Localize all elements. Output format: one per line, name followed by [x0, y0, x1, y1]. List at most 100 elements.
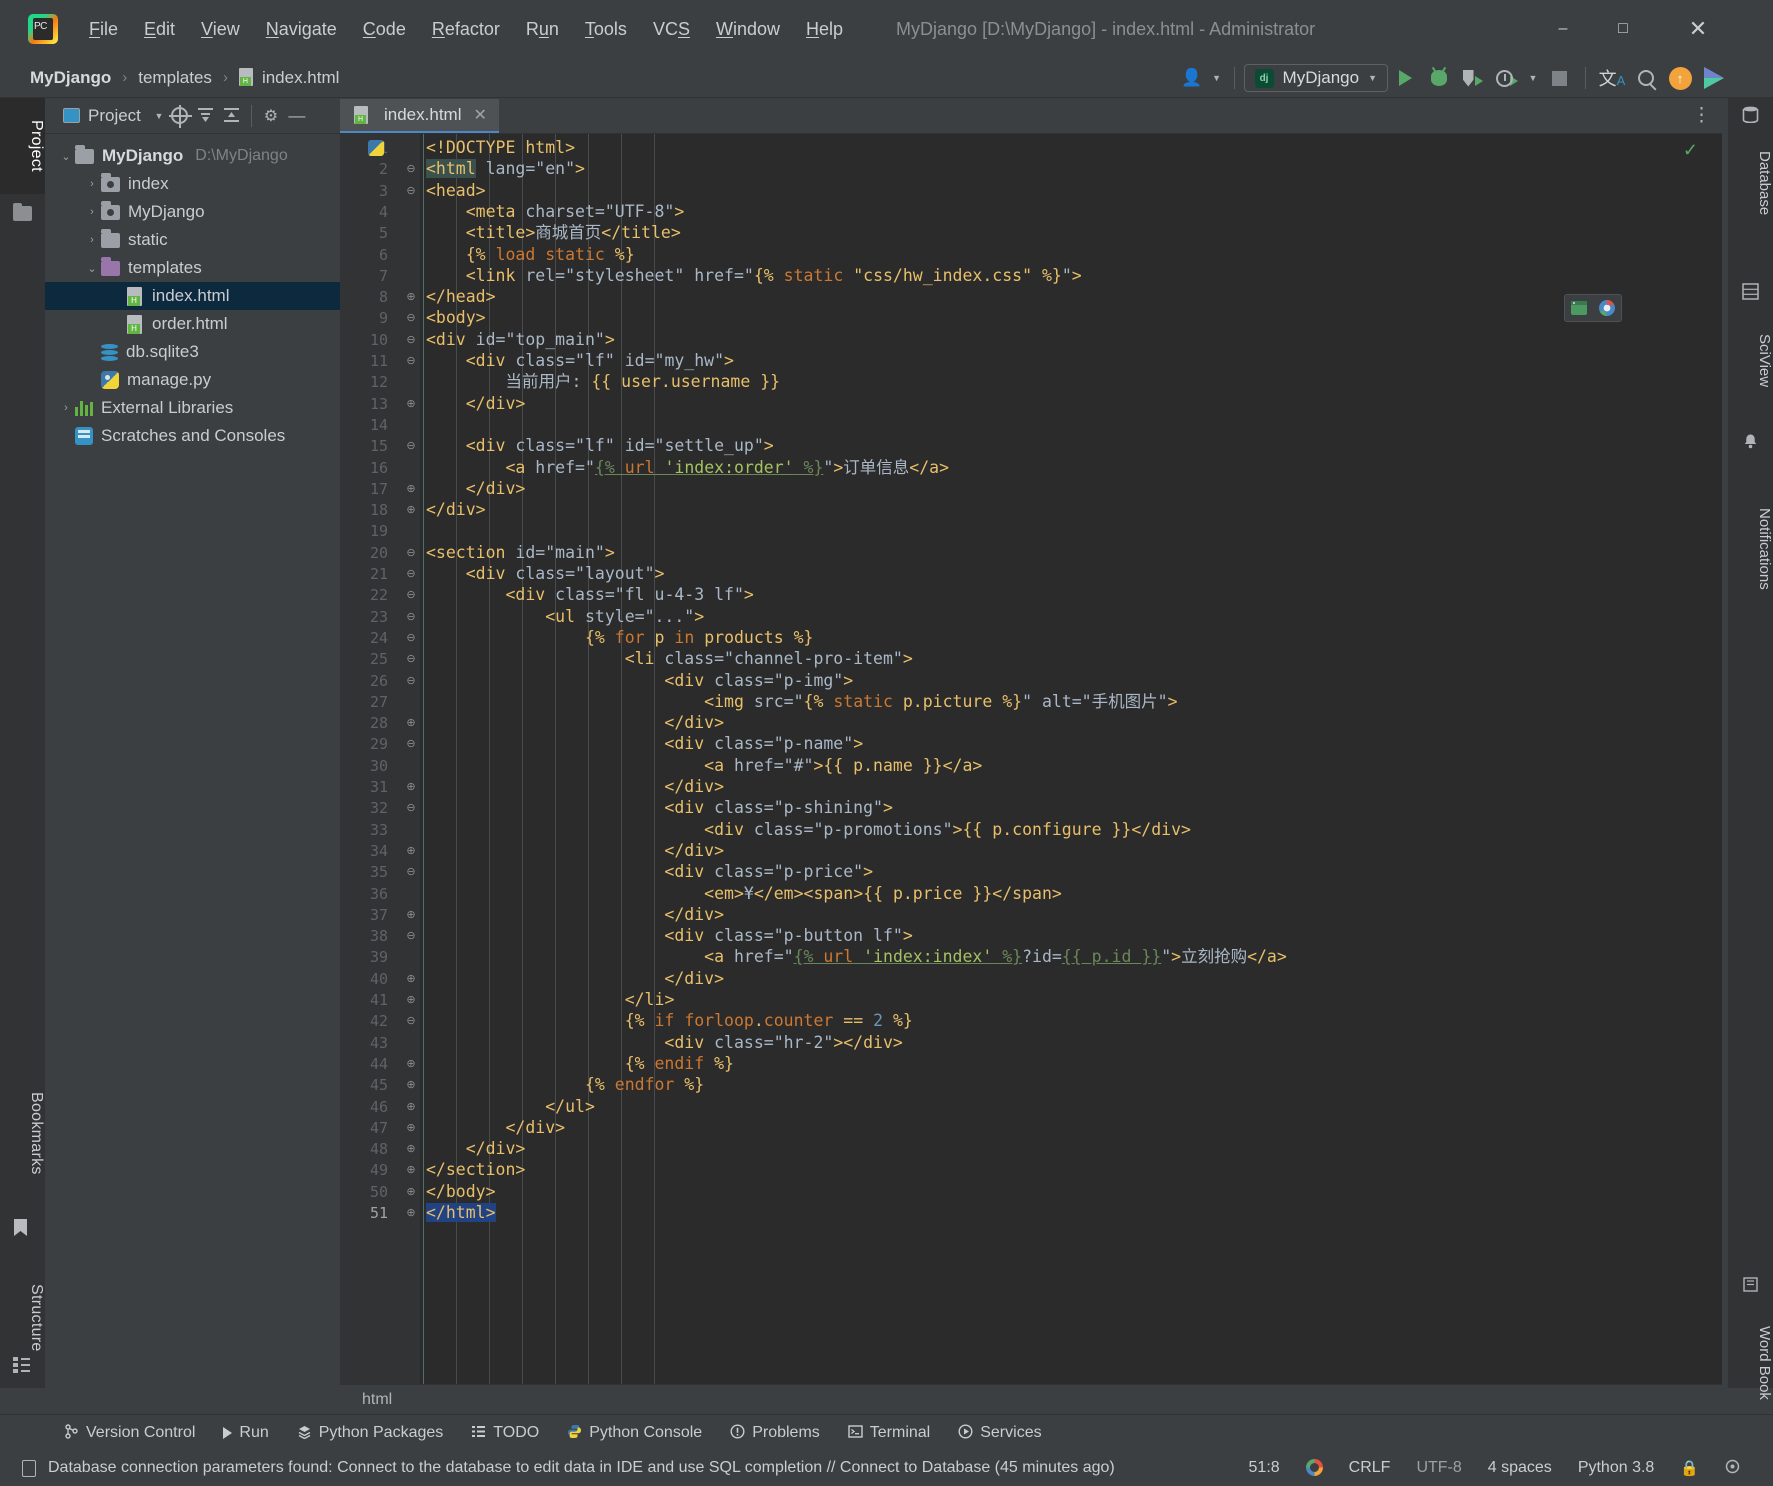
- fold-collapse-icon[interactable]: ⊖: [402, 649, 420, 670]
- chevron-down-icon[interactable]: ⌄: [57, 150, 75, 163]
- run-play-icon[interactable]: [1388, 61, 1422, 95]
- menu-help[interactable]: Help: [793, 15, 856, 44]
- fold-collapse-icon[interactable]: ⊖: [402, 926, 420, 947]
- translate-icon[interactable]: 文A: [1595, 61, 1629, 95]
- code-line[interactable]: <img src="{% static p.picture %}" alt="手…: [426, 691, 1722, 712]
- fold-end-icon[interactable]: ⊕: [402, 969, 420, 990]
- fold-end-icon[interactable]: ⊕: [402, 905, 420, 926]
- stop-square-icon[interactable]: [1542, 61, 1576, 95]
- fold-end-icon[interactable]: ⊕: [402, 287, 420, 308]
- sidebar-item-bookmarks[interactable]: Bookmarks: [0, 1058, 45, 1208]
- breadcrumb-file[interactable]: index.html: [235, 66, 343, 90]
- open-in-builtin-preview-icon[interactable]: [1565, 295, 1593, 321]
- fold-end-icon[interactable]: ⊕: [402, 990, 420, 1011]
- menu-run[interactable]: Run: [513, 15, 572, 44]
- encoding-widget[interactable]: UTF-8: [1403, 1459, 1474, 1477]
- tree-item-templates[interactable]: ⌄ templates: [45, 254, 340, 282]
- menu-refactor[interactable]: Refactor: [419, 15, 513, 44]
- expand-all-icon[interactable]: [193, 103, 219, 129]
- fold-end-icon[interactable]: ⊕: [402, 500, 420, 521]
- code-line[interactable]: 当前用户: {{ user.username }}: [426, 371, 1722, 392]
- code-line[interactable]: </li>: [426, 989, 1722, 1010]
- fold-collapse-icon[interactable]: ⊖: [402, 543, 420, 564]
- ide-update-arrow-icon[interactable]: ↑: [1663, 61, 1697, 95]
- code-line[interactable]: <head>: [426, 180, 1722, 201]
- profile-clock-icon[interactable]: [1490, 61, 1524, 95]
- bottom-tab-terminal[interactable]: Terminal: [834, 1415, 944, 1451]
- fold-collapse-icon[interactable]: ⊖: [402, 607, 420, 628]
- fold-collapse-icon[interactable]: ⊖: [402, 436, 420, 457]
- chevron-right-icon[interactable]: ›: [57, 402, 75, 414]
- inspection-widget-icon[interactable]: [1712, 1459, 1753, 1477]
- chevron-right-icon[interactable]: ›: [83, 234, 101, 246]
- code-line[interactable]: </section>: [426, 1159, 1722, 1180]
- fold-collapse-icon[interactable]: ⊖: [402, 330, 420, 351]
- sidebar-item-database[interactable]: Database: [1728, 128, 1773, 238]
- fold-end-icon[interactable]: ⊕: [402, 1203, 420, 1224]
- bottom-tab-version-control[interactable]: Version Control: [50, 1415, 209, 1451]
- code-line[interactable]: <div class="p-price">: [426, 861, 1722, 882]
- editor-breadcrumb-html[interactable]: html: [362, 1391, 392, 1409]
- fold-end-icon[interactable]: ⊕: [402, 394, 420, 415]
- fold-end-icon[interactable]: ⊕: [402, 1097, 420, 1118]
- fold-collapse-icon[interactable]: ⊖: [402, 734, 420, 755]
- tree-item-db-sqlite3[interactable]: db.sqlite3: [45, 338, 340, 366]
- bottom-tab-python-console[interactable]: Python Console: [553, 1415, 716, 1451]
- fold-end-icon[interactable]: ⊕: [402, 479, 420, 500]
- code-line[interactable]: </div>: [426, 776, 1722, 797]
- fold-end-icon[interactable]: ⊕: [402, 1182, 420, 1203]
- bookmark-icon[interactable]: [13, 1218, 32, 1237]
- gear-icon[interactable]: ⚙: [258, 103, 284, 129]
- fold-collapse-icon[interactable]: ⊖: [402, 308, 420, 329]
- chevron-down-icon[interactable]: ▼: [151, 103, 167, 129]
- fold-end-icon[interactable]: ⊕: [402, 1139, 420, 1160]
- code-line[interactable]: {% load static %}: [426, 244, 1722, 265]
- menu-code[interactable]: Code: [350, 15, 419, 44]
- code-line[interactable]: <a href="{% url 'index:index' %}?id={{ p…: [426, 946, 1722, 967]
- tree-item-mydjango[interactable]: ⌄ MyDjango D:\MyDjango: [45, 142, 340, 170]
- bottom-tab-python-packages[interactable]: Python Packages: [283, 1415, 458, 1451]
- code-line[interactable]: <a href="#">{{ p.name }}</a>: [426, 755, 1722, 776]
- code-line[interactable]: <div class="fl u-4-3 lf">: [426, 584, 1722, 605]
- tree-item-index[interactable]: › index: [45, 170, 340, 198]
- folder-icon[interactable]: [13, 203, 32, 221]
- code-line[interactable]: <div class="layout">: [426, 563, 1722, 584]
- tree-item-index-html[interactable]: index.html: [45, 282, 340, 310]
- bottom-tab-services[interactable]: Services: [944, 1415, 1055, 1451]
- code-line[interactable]: <div id="top_main">: [426, 329, 1722, 350]
- code-line[interactable]: <body>: [426, 307, 1722, 328]
- menu-tools[interactable]: Tools: [572, 15, 640, 44]
- sidebar-item-word-book[interactable]: Word Book: [1728, 1298, 1773, 1428]
- menu-edit[interactable]: Edit: [131, 15, 188, 44]
- code-line[interactable]: <title>商城首页</title>: [426, 222, 1722, 243]
- structure-icon[interactable]: [13, 1356, 32, 1375]
- fold-end-icon[interactable]: ⊕: [402, 713, 420, 734]
- code-line[interactable]: </div>: [426, 499, 1722, 520]
- fold-collapse-icon[interactable]: ⊖: [402, 159, 420, 180]
- search-everywhere-icon[interactable]: [1629, 61, 1663, 95]
- debug-bug-icon[interactable]: [1422, 61, 1456, 95]
- code-line[interactable]: </div>: [426, 1117, 1722, 1138]
- code-line[interactable]: </div>: [426, 904, 1722, 925]
- code-line[interactable]: [426, 520, 1722, 541]
- toolbox-play-icon[interactable]: [1697, 61, 1731, 95]
- read-only-lock-icon[interactable]: 🔒: [1667, 1459, 1712, 1478]
- scroll-from-source-icon[interactable]: [167, 103, 193, 129]
- code-line[interactable]: {% for p in products %}: [426, 627, 1722, 648]
- tree-item-order-html[interactable]: order.html: [45, 310, 340, 338]
- indent-widget[interactable]: 4 spaces: [1475, 1459, 1565, 1477]
- maximize-icon[interactable]: □: [1593, 0, 1653, 58]
- code-line[interactable]: <div class="p-shining">: [426, 797, 1722, 818]
- fold-collapse-icon[interactable]: ⊖: [402, 351, 420, 372]
- close-icon[interactable]: ✕: [473, 105, 486, 125]
- open-in-chrome-icon[interactable]: [1593, 295, 1621, 321]
- editor-code-area[interactable]: <!DOCTYPE html> <html lang="en"> <head> <m…: [420, 134, 1722, 1384]
- bottom-tab-todo[interactable]: TODO: [457, 1415, 553, 1451]
- menu-vcs[interactable]: VCS: [640, 15, 703, 44]
- fold-end-icon[interactable]: ⊕: [402, 1160, 420, 1181]
- notifications-bell-icon[interactable]: [1741, 433, 1760, 452]
- tree-item-external-libraries[interactable]: › External Libraries: [45, 394, 340, 422]
- code-line[interactable]: </div>: [426, 1138, 1722, 1159]
- code-line[interactable]: <div class="p-button lf">: [426, 925, 1722, 946]
- code-line[interactable]: {% endif %}: [426, 1053, 1722, 1074]
